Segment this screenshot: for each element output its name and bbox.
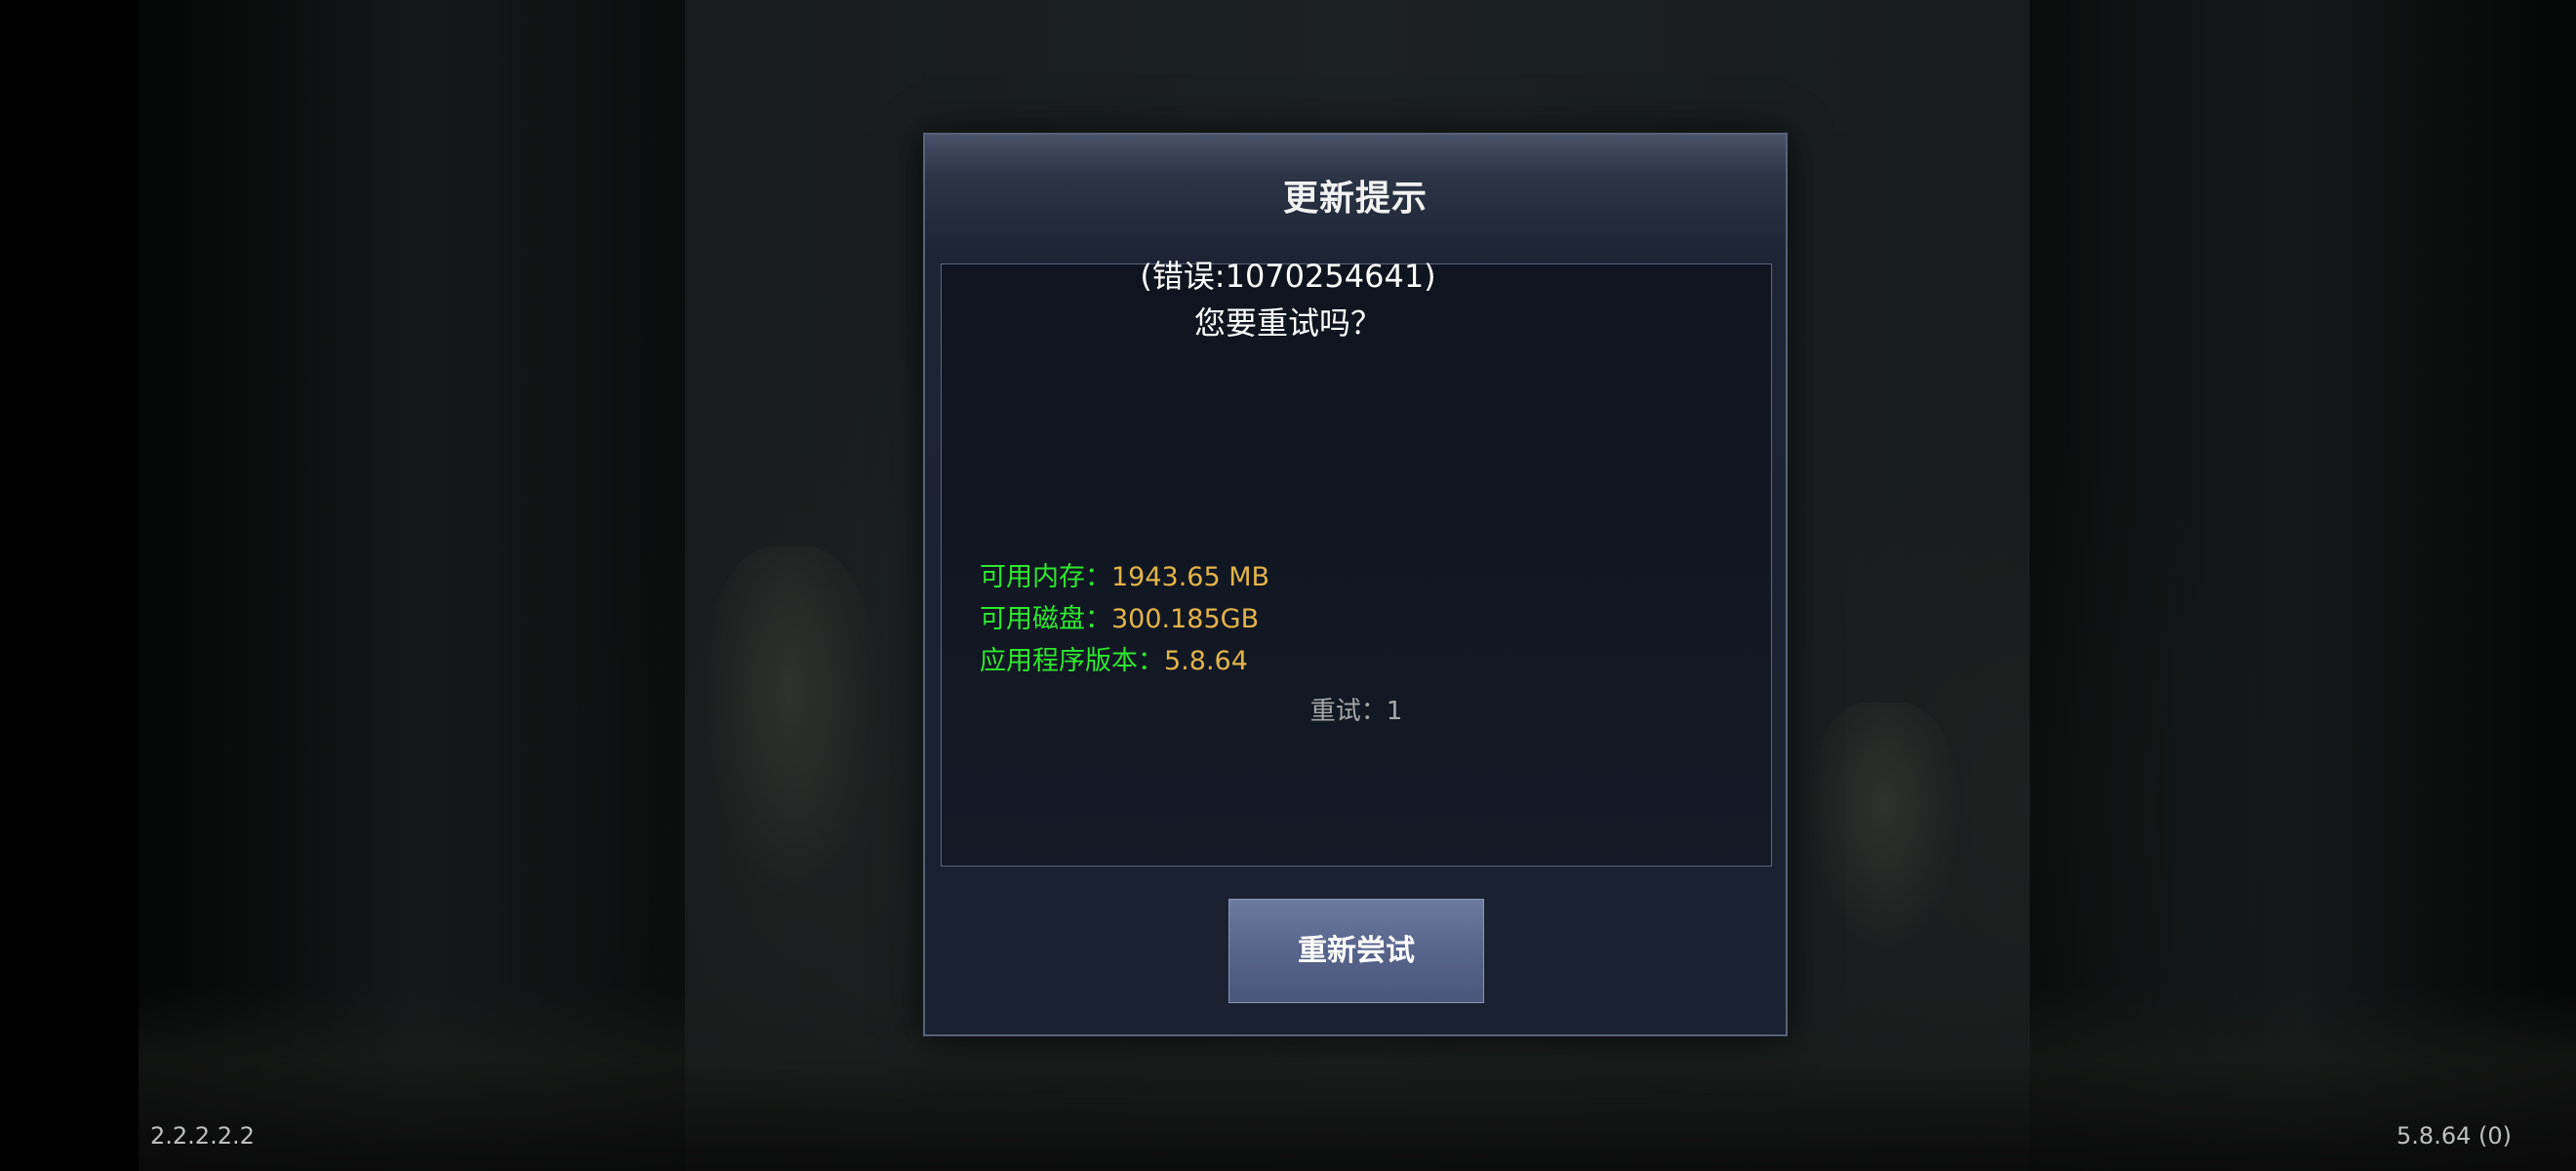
memory-row: 可用内存：1943.65 MB <box>980 556 1269 598</box>
app-version-value: 5.8.64 <box>1164 646 1248 676</box>
disk-row: 可用磁盘：300.185GB <box>980 598 1269 640</box>
retry-button[interactable]: 重新尝试 <box>1228 899 1484 1003</box>
memory-value: 1943.65 MB <box>1111 562 1270 592</box>
retry-count-text: 重试：1 <box>1309 697 1403 726</box>
resource-version-text: 2.2.2.2.2 <box>150 1122 255 1150</box>
error-code-text: (错误:1070254641) <box>1140 258 1436 295</box>
system-info-block: 可用内存：1943.65 MB 可用磁盘：300.185GB 应用程序版本：5.… <box>980 556 1269 682</box>
dialog-title: 更新提示 <box>1282 179 1428 219</box>
memory-label: 可用内存： <box>980 562 1111 592</box>
retry-question-text: 您要重试吗？ <box>1193 304 1382 342</box>
app-version-row: 应用程序版本：5.8.64 <box>980 640 1269 682</box>
disk-value: 300.185GB <box>1111 604 1260 634</box>
game-screen: 更新提示 (错误:1070254641) 您要重试吗？ 可用内存：1943.65… <box>0 0 2576 1171</box>
app-version-label: 应用程序版本： <box>980 646 1164 676</box>
app-version-text: 5.8.64 (0) <box>2396 1122 2512 1150</box>
disk-label: 可用磁盘： <box>980 604 1111 634</box>
dialog-header: 更新提示 <box>925 135 1786 252</box>
background-statue-right <box>1805 703 1961 956</box>
